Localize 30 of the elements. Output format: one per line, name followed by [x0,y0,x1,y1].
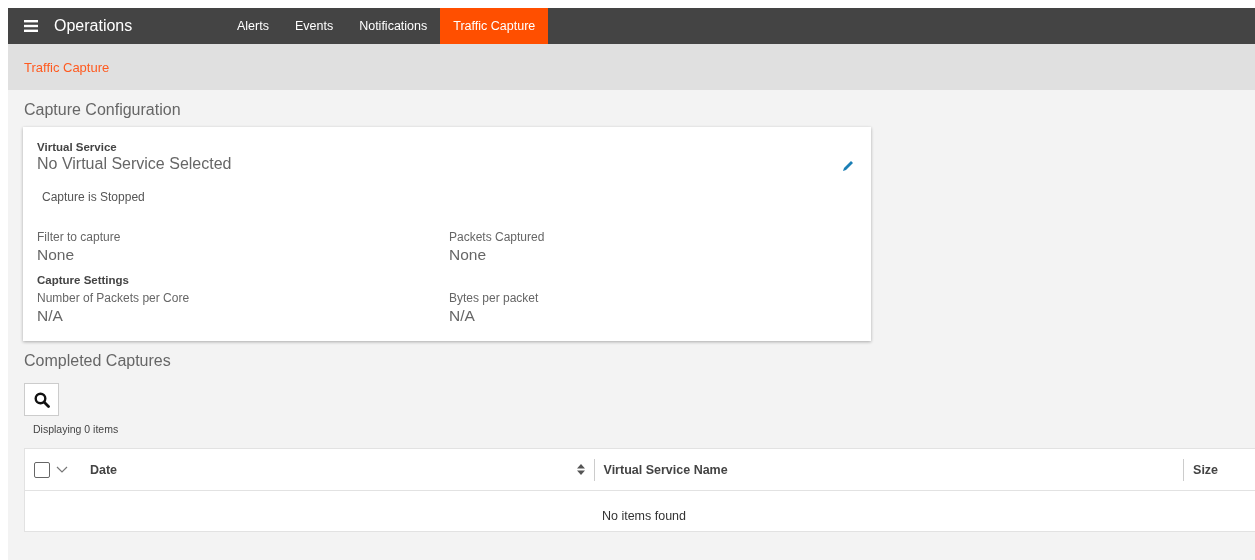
column-header[interactable]: Date [80,458,594,481]
caret-icon[interactable] [56,466,68,473]
select-all-checkbox[interactable] [34,461,50,478]
field-label: Filter to capture [37,230,122,244]
capture-status: Capture is Stopped [42,190,146,204]
field-value: N/A [37,307,64,325]
nav-tab[interactable]: Events [281,8,347,44]
field-value: None [37,246,76,264]
section-heading: Completed Captures [23,351,172,370]
field-label: Number of Packets per Core [37,291,191,305]
search-button[interactable] [24,383,59,416]
app-title: Operations [54,16,134,36]
column-header[interactable]: Size [1183,458,1255,481]
menu-icon[interactable] [24,20,38,32]
empty-message: No items found [600,508,688,525]
field-value: No Virtual Service Selected [37,155,232,173]
search-icon [33,391,50,408]
nav-tab[interactable]: Alerts [224,8,282,44]
field-label: Bytes per packet [449,291,540,305]
section-heading: Capture Settings [37,274,130,286]
field-value: None [449,246,488,264]
item-count: Displaying 0 items [33,423,120,435]
nav-tab[interactable]: Notifications [346,8,441,44]
sort-icon[interactable] [576,464,585,475]
field-value: N/A [449,307,476,325]
column-header[interactable]: Virtual Service Name [593,458,1184,481]
field-label: Packets Captured [449,230,546,244]
field-label: Virtual Service [37,141,118,153]
section-heading: Capture Configuration [23,100,182,120]
pencil-icon[interactable] [842,160,854,172]
